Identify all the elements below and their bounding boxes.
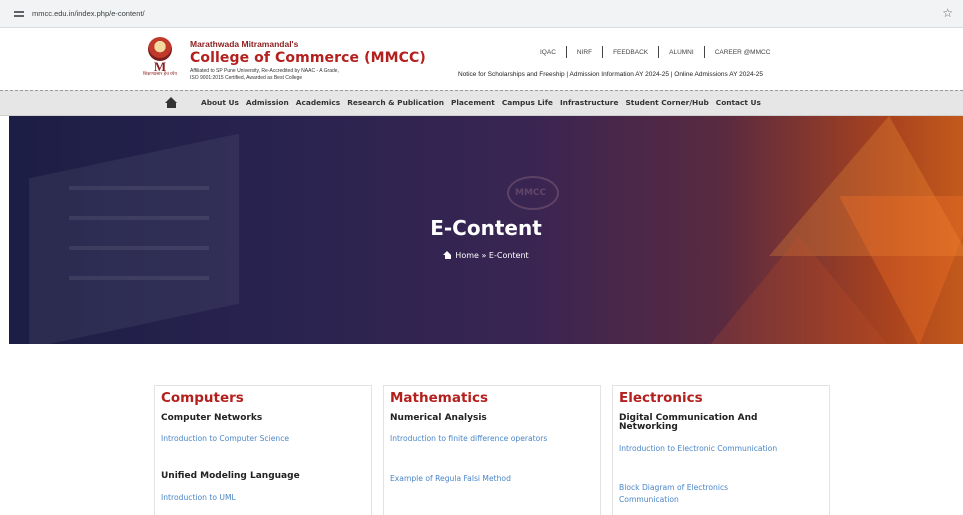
browser-address-bar: mmcc.edu.in/index.php/e-content/ ☆ bbox=[0, 0, 963, 28]
site-info-icon[interactable] bbox=[14, 9, 28, 19]
nav-item-academics[interactable]: Academics bbox=[296, 98, 340, 107]
subject-card-computers: Computers Computer Networks Introduction… bbox=[154, 385, 372, 515]
page-title: E-Content bbox=[430, 216, 542, 240]
affiliation-line-1: Affiliated to SP Pune University, Re-Acc… bbox=[190, 68, 339, 74]
breadcrumb-home-icon[interactable] bbox=[443, 251, 452, 259]
card-title: Electronics bbox=[619, 390, 703, 406]
top-link-career[interactable]: CAREER @MMCC bbox=[705, 49, 781, 56]
top-link-alumni[interactable]: ALUMNI bbox=[659, 49, 704, 56]
nav-item-contact-us[interactable]: Contact Us bbox=[716, 98, 761, 107]
top-link-nirf[interactable]: NIRF bbox=[567, 49, 602, 56]
org-name-big[interactable]: College of Commerce (MMCC) bbox=[190, 50, 426, 66]
nav-item-campus-life[interactable]: Campus Life bbox=[502, 98, 553, 107]
content-link[interactable]: Example of Regula Falsi Method bbox=[390, 473, 595, 485]
logo-emblem-icon bbox=[148, 37, 172, 61]
banner-emblem-text: MMCC bbox=[515, 188, 547, 198]
card-title: Computers bbox=[161, 390, 244, 406]
breadcrumb-home[interactable]: Home bbox=[455, 251, 479, 260]
subject-card-mathematics: Mathematics Numerical Analysis Introduct… bbox=[383, 385, 601, 515]
card-subheading: Digital Communication And Networking bbox=[619, 413, 758, 432]
nav-item-about-us[interactable]: About Us bbox=[201, 98, 239, 107]
url-text[interactable]: mmcc.edu.in/index.php/e-content/ bbox=[32, 9, 145, 18]
nav-item-admission[interactable]: Admission bbox=[246, 98, 289, 107]
main-nav: About Us Admission Academics Research & … bbox=[0, 90, 963, 116]
top-link-feedback[interactable]: FEEDBACK bbox=[603, 49, 658, 56]
top-link-iqac[interactable]: IQAC bbox=[530, 49, 566, 56]
page-banner: MMCC E-Content Home » E-Content bbox=[9, 116, 963, 344]
breadcrumb-separator: » bbox=[481, 251, 487, 260]
card-subheading: Numerical Analysis bbox=[390, 413, 487, 423]
home-icon[interactable] bbox=[165, 97, 178, 108]
card-subheading: Computer Networks bbox=[161, 413, 263, 423]
nav-item-placement[interactable]: Placement bbox=[451, 98, 495, 107]
content-link[interactable]: Introduction to UML bbox=[161, 492, 366, 504]
org-name-small: Marathwada Mitramandal's bbox=[190, 39, 299, 49]
top-links: IQAC NIRF FEEDBACK ALUMNI CAREER @MMCC bbox=[530, 46, 780, 58]
nav-item-research[interactable]: Research & Publication bbox=[347, 98, 444, 107]
card-title: Mathematics bbox=[390, 390, 489, 406]
breadcrumb: Home » E-Content bbox=[9, 251, 963, 260]
college-logo[interactable]: M bbox=[145, 37, 175, 75]
content-link[interactable]: Introduction to Electronic Communication bbox=[619, 443, 824, 455]
notice-ticker[interactable]: Notice for Scholarships and Freeship | A… bbox=[458, 71, 763, 78]
nav-item-infrastructure[interactable]: Infrastructure bbox=[560, 98, 619, 107]
site-header: M शिक्षणप्रसार हेच ध्येय Marathwada Mitr… bbox=[0, 28, 963, 90]
content-link[interactable]: Introduction to finite difference operat… bbox=[390, 433, 595, 445]
logo-tagline: शिक्षणप्रसार हेच ध्येय bbox=[143, 71, 177, 76]
breadcrumb-current: E-Content bbox=[488, 251, 529, 260]
affiliation-line-2: ISO 9001:2015 Certified, Awarded as Best… bbox=[190, 75, 303, 81]
nav-item-student-corner[interactable]: Student Corner/Hub bbox=[625, 98, 708, 107]
content-link[interactable]: Introduction to Computer Science bbox=[161, 433, 366, 445]
card-subheading: Unified Modeling Language bbox=[161, 471, 300, 481]
bookmark-star-icon[interactable]: ☆ bbox=[942, 6, 953, 20]
subject-card-electronics: Electronics Digital Communication And Ne… bbox=[612, 385, 830, 515]
content-link[interactable]: Block Diagram of Electronics Communicati… bbox=[619, 482, 769, 506]
